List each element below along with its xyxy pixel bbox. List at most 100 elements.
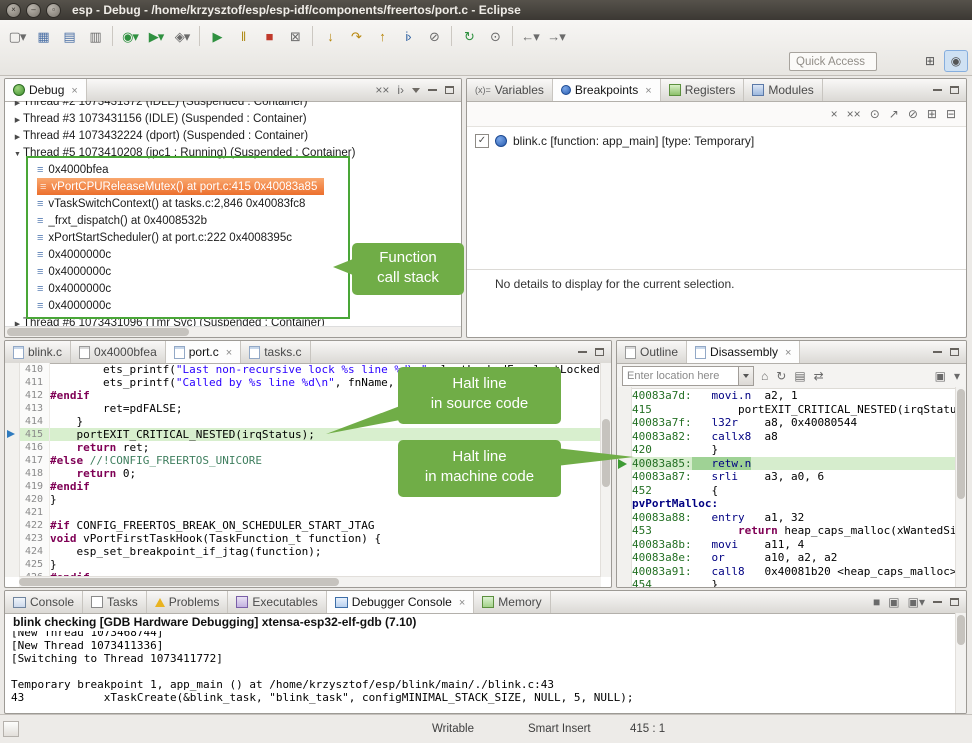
horizontal-scrollbar[interactable] [19, 576, 601, 587]
suspend-icon[interactable]: ‖ [230, 25, 256, 47]
remove-breakpoint-icon[interactable]: × [831, 108, 838, 120]
disassembly-label-line[interactable]: pvPortMalloc: [632, 497, 956, 511]
refresh-icon[interactable]: ↻ [776, 370, 786, 382]
disassembly-line[interactable]: 420 } [632, 443, 956, 457]
home-icon[interactable]: ⌂ [761, 370, 768, 382]
run-icon[interactable]: ▶▾ [143, 25, 169, 47]
close-icon[interactable] [68, 83, 77, 97]
step-into-icon[interactable]: ↓ [317, 25, 343, 47]
code-line[interactable]: 411 ets_printf("Called by %s line %d\n",… [5, 376, 601, 389]
tab-debugger-console[interactable]: Debugger Console [327, 591, 475, 613]
code-line[interactable]: 410 ets_printf("Last non-recursive lock … [5, 363, 601, 376]
stack-frame-row[interactable]: _frxt_dispatch() at 0x4008532b [5, 212, 461, 229]
code-line[interactable]: 419#endif [5, 480, 601, 493]
external-tools-icon[interactable]: ◈▾ [169, 25, 195, 47]
code-line[interactable]: 414 } [5, 415, 601, 428]
close-icon[interactable] [642, 83, 651, 97]
maximize-icon[interactable] [950, 598, 959, 606]
vertical-scrollbar[interactable] [955, 387, 966, 587]
stack-frame-row[interactable]: 0x4000000c [5, 280, 461, 297]
terminate-icon[interactable]: ■ [873, 596, 880, 608]
disassembly-line[interactable]: 40083a88: entry a1, 32 [632, 511, 956, 525]
disassembly-line[interactable]: 40083a7f: l32r a8, 0x40080544 [632, 416, 956, 430]
disassembly-line[interactable]: 40083a87: srli a3, a0, 6 [632, 470, 956, 484]
print-icon[interactable]: ▥ [82, 25, 108, 47]
tab-modules[interactable]: Modules [744, 79, 822, 101]
display-selected-console-icon[interactable]: ▣ [888, 596, 899, 608]
close-icon[interactable] [223, 345, 232, 359]
disassembly-line[interactable]: 40083a8e: or a10, a2, a2 [632, 551, 956, 565]
code-line[interactable]: 413 ret=pdFALSE; [5, 402, 601, 415]
tab-memory[interactable]: Memory [474, 591, 550, 613]
tab-registers[interactable]: Registers [661, 79, 745, 101]
code-line[interactable]: 420} [5, 493, 601, 506]
remove-all-terminated-icon[interactable]: ×× [375, 84, 389, 96]
code-line[interactable]: 412#endif [5, 389, 601, 402]
disassembly-line[interactable]: 453 return heap_caps_malloc(xWantedSize [632, 524, 956, 538]
location-input[interactable]: Enter location here [623, 367, 738, 385]
disassembly-line[interactable]: 40083a91: call8 0x40081b20 <heap_caps_ma… [632, 565, 956, 579]
disassembly-line[interactable]: 40083a8b: movi a11, 4 [632, 538, 956, 552]
code-line-current[interactable]: 415 portEXIT_CRITICAL_NESTED(irqStatus); [5, 428, 601, 441]
minimize-icon[interactable] [933, 351, 942, 353]
tab-executables[interactable]: Executables [228, 591, 326, 613]
open-perspective-icon[interactable]: ⊞ [918, 50, 942, 72]
disassembly-body[interactable]: 40083a7d: movi.n a2, 1 415 portEXIT_CRIT… [617, 387, 956, 587]
minimize-icon[interactable] [578, 351, 587, 353]
go-to-file-icon[interactable]: ↗ [889, 108, 899, 120]
code-line[interactable]: 421 [5, 506, 601, 519]
code-line[interactable]: 422#if CONFIG_FREERTOS_BREAK_ON_SCHEDULE… [5, 519, 601, 532]
location-combo[interactable]: Enter location here [622, 366, 754, 386]
step-return-icon[interactable]: ↑ [369, 25, 395, 47]
disassembly-line[interactable]: 452 { [632, 484, 956, 498]
stack-frame-row[interactable]: vTaskSwitchContext() at tasks.c:2,846 0x… [5, 195, 461, 212]
thread-row[interactable]: Thread #5 1073410208 (ipc1 : Running) (S… [5, 144, 461, 161]
new-icon[interactable]: ▢▾ [4, 25, 30, 47]
expand-all-icon[interactable]: ⊞ [927, 108, 937, 120]
console-output[interactable]: [New Thread 1073468744] [New Thread 1073… [5, 631, 956, 713]
show-breakpoints-for-target-icon[interactable]: ⊙ [870, 108, 880, 120]
code-line[interactable]: 417#else //!CONFIG_FREERTOS_UNICORE [5, 454, 601, 467]
stack-frame-row-selected[interactable]: vPortCPUReleaseMutex() at port.c:415 0x4… [5, 178, 461, 195]
debug-icon[interactable]: ◉▾ [117, 25, 143, 47]
code-line[interactable]: 425} [5, 558, 601, 571]
collapse-all-icon[interactable]: ⊟ [946, 108, 956, 120]
breakpoint-checkbox[interactable] [475, 134, 489, 148]
view-menu-icon[interactable]: ▾ [954, 370, 960, 382]
terminate-icon[interactable]: ■ [256, 25, 282, 47]
thread-row[interactable]: Thread #4 1073432224 (dport) (Suspended … [5, 127, 461, 144]
tab-port-c[interactable]: port.c [166, 341, 241, 363]
tab-breakpoints[interactable]: Breakpoints [553, 79, 661, 101]
breakpoint-item[interactable]: blink.c [function: app_main] [type: Temp… [467, 127, 966, 155]
stack-frame-row[interactable]: 0x4000000c [5, 263, 461, 280]
disassembly-line[interactable]: 40083a7d: movi.n a2, 1 [632, 389, 956, 403]
vertical-scrollbar[interactable] [955, 613, 966, 713]
close-icon[interactable] [456, 595, 465, 609]
maximize-icon[interactable] [950, 86, 959, 94]
debug-perspective-icon[interactable]: ◉ [944, 50, 968, 72]
pin-icon[interactable]: ▣ [935, 370, 946, 382]
show-source-icon[interactable]: ▤ [794, 370, 805, 382]
skip-all-breakpoints-icon[interactable]: ⊘ [908, 108, 918, 120]
view-menu-icon[interactable] [412, 88, 420, 93]
disassembly-line[interactable]: 454 } [632, 578, 956, 587]
save-icon[interactable]: ▦ [30, 25, 56, 47]
code-line[interactable]: 423void vPortFirstTaskHook(TaskFunction_… [5, 532, 601, 545]
maximize-icon[interactable] [950, 348, 959, 356]
minimize-icon[interactable] [933, 601, 942, 603]
quick-access-input[interactable]: Quick Access [789, 52, 877, 71]
code-line[interactable]: 418 return 0; [5, 467, 601, 480]
back-icon[interactable]: ←▾ [517, 25, 543, 47]
open-console-icon[interactable]: ▣▾ [908, 596, 925, 608]
maximize-window-icon[interactable]: ▫ [46, 3, 61, 18]
resume-icon[interactable]: ▶ [204, 25, 230, 47]
tab-tasks-c[interactable]: tasks.c [241, 341, 310, 363]
instruction-stepping-mode-icon[interactable]: i› [397, 84, 404, 96]
save-all-icon[interactable]: ▤ [56, 25, 82, 47]
remove-all-breakpoints-icon[interactable]: ×× [847, 108, 861, 120]
search-icon[interactable]: ⊙ [482, 25, 508, 47]
stack-frame-row[interactable]: 0x4000000c [5, 246, 461, 263]
vertical-scrollbar[interactable] [600, 363, 611, 577]
tab-problems[interactable]: Problems [147, 591, 229, 613]
tab-variables[interactable]: (x)= Variables [467, 79, 553, 101]
